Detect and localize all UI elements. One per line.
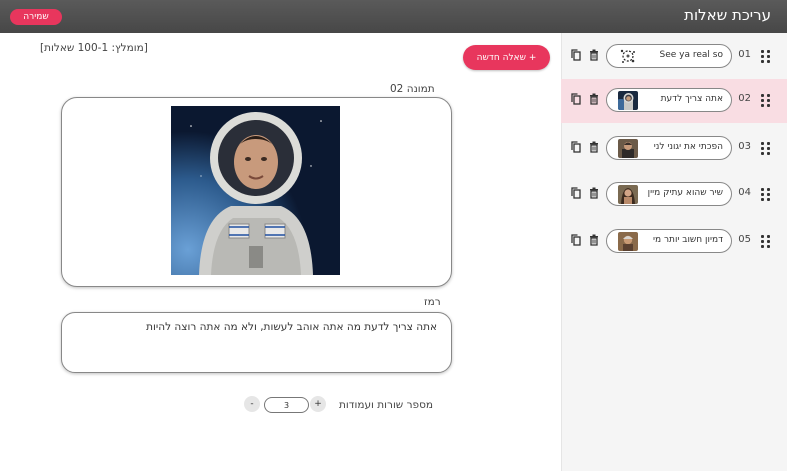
question-title: See ya real so (659, 50, 723, 60)
question-item-02[interactable]: 02 אתה צריך לדעת (561, 79, 787, 123)
question-title: שיר שהוא עתיק מיין (647, 188, 723, 198)
copy-icon[interactable] (571, 187, 581, 199)
copy-icon[interactable] (571, 93, 581, 105)
question-number: 05 (738, 234, 751, 245)
question-thumbnail (618, 232, 638, 251)
question-thumbnail (618, 47, 638, 66)
question-number: 04 (738, 187, 751, 198)
drag-handle-icon[interactable] (761, 235, 771, 248)
image-label: תמונה 02 (390, 83, 435, 95)
copy-icon[interactable] (571, 234, 581, 246)
question-thumbnail (618, 185, 638, 204)
increment-button[interactable]: + (310, 396, 326, 412)
page-title: עריכת שאלות (684, 6, 771, 24)
question-item-03[interactable]: 03 הפכתי את יגוני לני (561, 127, 787, 171)
copy-icon[interactable] (571, 49, 581, 61)
new-question-button[interactable]: + שאלה חדשה (463, 45, 550, 70)
question-number: 02 (738, 93, 751, 104)
question-pill[interactable]: הפכתי את יגוני לני (606, 136, 732, 160)
question-pill[interactable]: דמיון חשוב יותר מי (606, 229, 732, 253)
hint-textarea[interactable]: אתה צריך לדעת מה אתה אוהב לעשות, ולא מה … (61, 312, 452, 373)
trash-icon[interactable] (589, 187, 599, 199)
save-button[interactable]: שמירה (10, 9, 62, 25)
question-title: הפכתי את יגוני לני (653, 142, 723, 152)
question-item-01[interactable]: 01 See ya real so (561, 35, 787, 79)
trash-icon[interactable] (589, 234, 599, 246)
drag-handle-icon[interactable] (761, 50, 771, 63)
question-title: דמיון חשוב יותר מי (652, 235, 723, 245)
question-number: 03 (738, 141, 751, 152)
decrement-button[interactable]: - (244, 396, 260, 412)
questions-sidebar: 01 See ya real so 02 אתה צריך לדעת 03 הפ… (561, 33, 787, 471)
trash-icon[interactable] (589, 141, 599, 153)
question-pill[interactable]: שיר שהוא עתיק מיין (606, 182, 732, 206)
drag-handle-icon[interactable] (761, 142, 771, 155)
question-pill[interactable]: אתה צריך לדעת (606, 88, 732, 112)
question-number: 01 (738, 49, 751, 60)
hint-text: אתה צריך לדעת מה אתה אוהב לעשות, ולא מה … (146, 321, 437, 333)
question-thumbnail (618, 139, 638, 158)
top-bar: עריכת שאלות שמירה (0, 0, 787, 33)
question-thumbnail (618, 91, 638, 110)
question-item-05[interactable]: 05 דמיון חשוב יותר מי (561, 220, 787, 264)
rows-columns-label: מספר שורות ועמודות (339, 399, 434, 411)
hint-field-label: רמז (424, 296, 441, 308)
question-pill[interactable]: See ya real so (606, 44, 732, 68)
copy-icon[interactable] (571, 141, 581, 153)
question-item-04[interactable]: 04 שיר שהוא עתיק מיין (561, 173, 787, 217)
question-image (171, 106, 340, 275)
trash-icon[interactable] (589, 93, 599, 105)
drag-handle-icon[interactable] (761, 188, 771, 201)
recommended-count-hint: [מומלץ: 100-1 שאלות] (40, 42, 148, 54)
trash-icon[interactable] (589, 49, 599, 61)
question-title: אתה צריך לדעת (660, 94, 723, 104)
rows-columns-input[interactable]: 3 (264, 397, 309, 413)
drag-handle-icon[interactable] (761, 94, 771, 107)
